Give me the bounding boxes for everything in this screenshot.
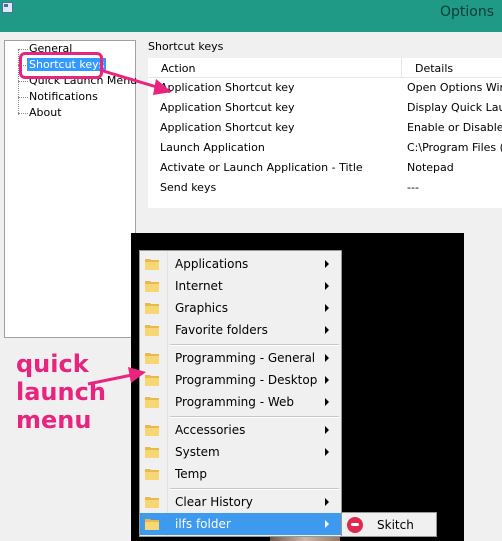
menu-item-label: Programming - Web — [175, 395, 294, 409]
cell-action: Launch Application — [160, 141, 265, 154]
column-separator[interactable] — [401, 58, 402, 77]
menu-item-programming-web[interactable]: Programming - Web — [140, 391, 341, 413]
folder-icon — [145, 325, 159, 336]
submenu-arrow-icon — [325, 520, 329, 528]
menu-item-applications[interactable]: Applications — [140, 253, 341, 275]
menu-item-programming-general[interactable]: Programming - General — [140, 347, 341, 369]
table-row[interactable]: Activate or Launch Application - Title N… — [148, 158, 502, 178]
folder-icon — [145, 447, 159, 458]
folder-icon — [145, 497, 159, 508]
menu-item-graphics[interactable]: Graphics — [140, 297, 341, 319]
folder-icon — [145, 281, 159, 292]
submenu-arrow-icon — [325, 498, 329, 506]
table-row[interactable]: Launch Application C:\Program Files (x — [148, 138, 502, 158]
cell-action: Application Shortcut key — [160, 121, 295, 134]
cell-action: Activate or Launch Application - Title — [160, 161, 363, 174]
menu-item-label: System — [175, 445, 220, 459]
menu-item-clear-history[interactable]: Clear History — [140, 491, 341, 513]
folder-icon — [145, 469, 159, 480]
menu-item-system[interactable]: System — [140, 441, 341, 463]
submenu-arrow-icon — [325, 304, 329, 312]
menu-item-accessories[interactable]: Accessories — [140, 419, 341, 441]
app-icon[interactable] — [2, 2, 13, 13]
folder-icon — [145, 303, 159, 314]
quick-launch-menu: Applications Internet Graphics Favorite … — [139, 250, 342, 537]
menu-item-label: Applications — [175, 257, 249, 271]
menu-item-temp[interactable]: Temp — [140, 463, 341, 485]
tree-item-notifications[interactable]: Notifications — [29, 90, 98, 103]
menu-item-label: Graphics — [175, 301, 228, 315]
menu-item-internet[interactable]: Internet — [140, 275, 341, 297]
section-label: Shortcut keys — [148, 40, 224, 53]
table-row[interactable]: Application Shortcut key Display Quick L… — [148, 98, 502, 118]
table-row[interactable]: Application Shortcut key Enable or Disab… — [148, 118, 502, 138]
menu-separator — [170, 416, 339, 418]
tree-connector — [18, 81, 28, 82]
folder-icon — [145, 397, 159, 408]
menu-item-label: ilfs folder — [175, 517, 231, 531]
menu-item-label: Internet — [175, 279, 223, 293]
annotation-line: menu — [16, 406, 92, 434]
submenu-arrow-icon — [325, 326, 329, 334]
menu-item-label: Clear History — [175, 495, 253, 509]
submenu-arrow-icon — [325, 376, 329, 384]
menu-item-favorite-folders[interactable]: Favorite folders — [140, 319, 341, 341]
cell-details: Notepad — [407, 161, 454, 174]
cell-action: Send keys — [160, 181, 217, 194]
menu-item-label: Programming - Desktop — [175, 373, 318, 387]
menu-item-ilfs-folder[interactable]: ilfs folder — [140, 513, 341, 535]
menu-item-label: Favorite folders — [175, 323, 268, 337]
tree-item-about[interactable]: About — [29, 106, 62, 119]
menu-item-label: Accessories — [175, 423, 246, 437]
window-title: Options — [439, 4, 494, 20]
submenu-arrow-icon — [325, 398, 329, 406]
tree-connector — [18, 49, 28, 50]
cell-details: Open Options Wind — [407, 81, 502, 94]
cell-details: Display Quick Laur — [407, 101, 502, 114]
shortcut-keys-list[interactable]: Action Details Application Shortcut key … — [148, 58, 502, 208]
skitch-app-icon — [347, 517, 363, 533]
table-row[interactable]: Application Shortcut key Open Options Wi… — [148, 78, 502, 98]
annotation-arrow-icon — [87, 367, 146, 386]
cell-action: Application Shortcut key — [160, 101, 295, 114]
folder-icon — [145, 259, 159, 270]
cell-details: Enable or Disable S — [407, 121, 502, 134]
submenu-arrow-icon — [325, 426, 329, 434]
cell-details: --- — [407, 181, 419, 194]
folder-icon — [145, 519, 159, 530]
submenu-item-skitch[interactable]: Skitch — [377, 518, 414, 532]
annotation-highlight-box — [19, 52, 103, 79]
title-bar: Options — [0, 0, 502, 32]
menu-item-programming-desktop[interactable]: Programming - Desktop — [140, 369, 341, 391]
submenu-arrow-icon — [325, 282, 329, 290]
menu-separator — [170, 344, 339, 346]
menu-separator — [170, 488, 339, 490]
table-row[interactable]: Send keys --- — [148, 178, 502, 198]
cell-details: C:\Program Files (x — [407, 141, 502, 154]
submenu-arrow-icon — [325, 448, 329, 456]
annotation-arrow-icon — [99, 68, 172, 95]
cell-action: Application Shortcut key — [160, 81, 295, 94]
column-header-details[interactable]: Details — [415, 62, 453, 75]
ilfs-folder-submenu: Skitch — [341, 512, 437, 537]
folder-icon — [145, 425, 159, 436]
submenu-arrow-icon — [325, 354, 329, 362]
menu-item-label: Programming - General — [175, 351, 316, 365]
submenu-arrow-icon — [325, 260, 329, 268]
tree-connector — [18, 97, 28, 98]
list-header: Action Details — [148, 58, 502, 78]
menu-item-label: Temp — [175, 467, 207, 481]
tree-connector — [18, 113, 28, 114]
